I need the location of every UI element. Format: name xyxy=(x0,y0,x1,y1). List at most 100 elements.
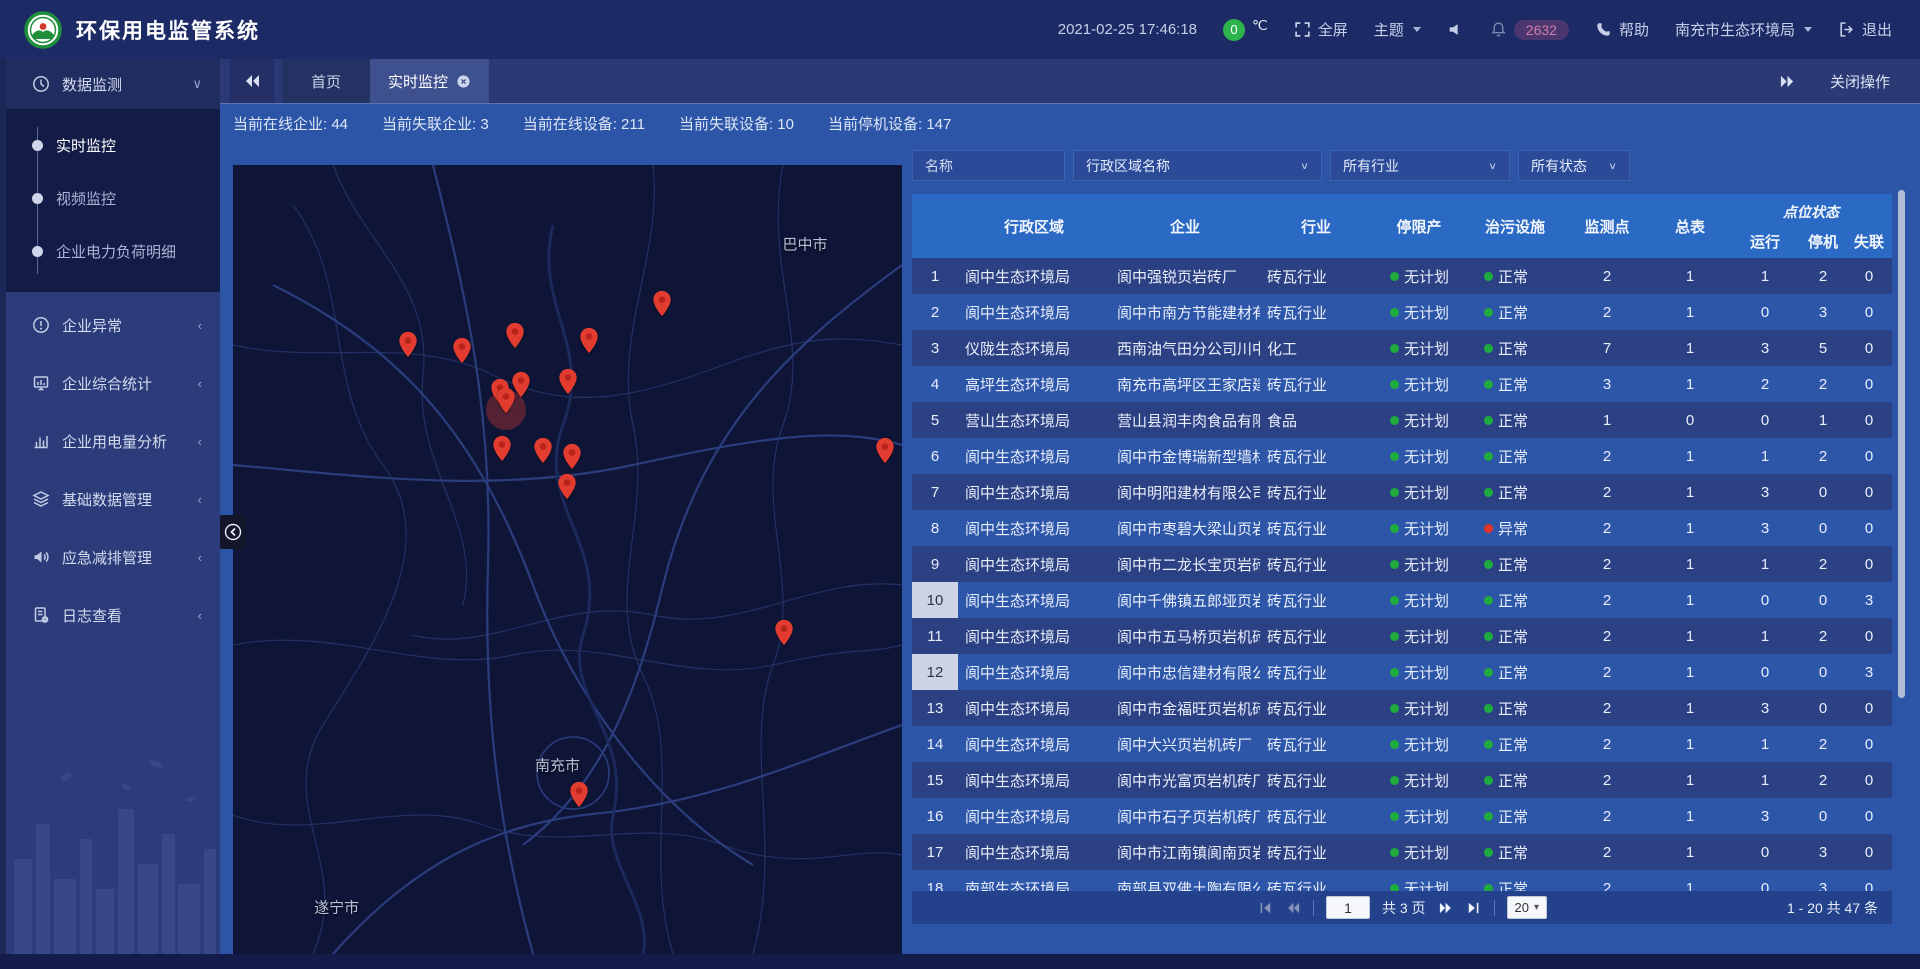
table-row[interactable]: 12阆中生态环境局阆中市忠信建材有限公砖瓦行业无计划正常21003 xyxy=(912,654,1892,690)
industry-filter-select[interactable]: 所有行业∨ xyxy=(1330,150,1510,181)
tab-实时监控[interactable]: 实时监控 xyxy=(370,59,489,103)
table-row[interactable]: 8阆中生态环境局阆中市枣碧大梁山页岩砖瓦行业无计划异常21300 xyxy=(912,510,1892,546)
sidebar-item-视频监控[interactable]: 视频监控 xyxy=(6,172,220,225)
sidebar-item-数据监测[interactable]: 数据监测∨ xyxy=(6,59,220,109)
page-size-select[interactable]: 20▾ xyxy=(1507,896,1548,919)
tab-首页[interactable]: 首页 xyxy=(282,59,370,103)
row-enterprise-cell: 西南油气田分公司川中 xyxy=(1110,330,1260,366)
row-halt-cell: 2 xyxy=(1800,366,1846,402)
map-pin-icon[interactable] xyxy=(533,437,552,464)
sidebar-item-企业电力负荷明细[interactable]: 企业电力负荷明细 xyxy=(6,225,220,278)
table-row[interactable]: 5营山生态环境局营山县润丰肉食品有限食品无计划正常10010 xyxy=(912,402,1892,438)
table-header-subcell: 停机 xyxy=(1800,224,1846,258)
menu-gap xyxy=(6,408,220,416)
logout-button[interactable]: 退出 xyxy=(1838,19,1892,40)
next-page-button[interactable] xyxy=(1438,901,1454,915)
row-index-cell: 9 xyxy=(912,546,958,582)
map-pin-icon[interactable] xyxy=(775,619,794,646)
map-pin-icon[interactable] xyxy=(452,337,471,364)
bell-icon xyxy=(1490,21,1507,38)
status-text: 无计划 xyxy=(1404,446,1449,467)
sidebar-item-实时监控[interactable]: 实时监控 xyxy=(6,119,220,172)
page-number-input[interactable] xyxy=(1326,896,1370,919)
double-chevron-left-icon xyxy=(244,73,260,89)
pagination-range-label: 1 - 20 共 47 条 xyxy=(1547,898,1878,918)
map-pin-icon[interactable] xyxy=(653,290,672,317)
map-pin-icon[interactable] xyxy=(559,368,578,395)
name-filter-input[interactable] xyxy=(912,150,1065,181)
table-row[interactable]: 3仪陇生态环境局西南油气田分公司川中化工无计划正常71350 xyxy=(912,330,1892,366)
row-treatment-cell: 正常 xyxy=(1466,474,1564,510)
sidebar-item-企业异常[interactable]: 企业异常‹ xyxy=(6,300,220,350)
map-canvas[interactable]: 巴中市南充市遂宁市 xyxy=(233,165,902,954)
chevron-left-icon: ‹ xyxy=(198,434,202,449)
sidebar-item-企业用电量分析[interactable]: 企业用电量分析‹ xyxy=(6,416,220,466)
map-pin-icon[interactable] xyxy=(562,443,581,470)
row-monitor-cell: 2 xyxy=(1564,762,1650,798)
row-enterprise-cell: 阆中市金福旺页岩机砖 xyxy=(1110,690,1260,726)
map-pin-icon[interactable] xyxy=(569,781,588,808)
row-treatment-cell: 正常 xyxy=(1466,618,1564,654)
row-industry-cell: 砖瓦行业 xyxy=(1260,546,1372,582)
table-row[interactable]: 13阆中生态环境局阆中市金福旺页岩机砖砖瓦行业无计划正常21300 xyxy=(912,690,1892,726)
map-pin-icon[interactable] xyxy=(398,331,417,358)
table-row[interactable]: 16阆中生态环境局阆中市石子页岩机砖厂砖瓦行业无计划正常21300 xyxy=(912,798,1892,834)
map-pin-icon[interactable] xyxy=(557,473,576,500)
mute-button[interactable] xyxy=(1447,21,1464,38)
table-row[interactable]: 10阆中生态环境局阆中千佛镇五郎垭页岩砖瓦行业无计划正常21003 xyxy=(912,582,1892,618)
table-row[interactable]: 15阆中生态环境局阆中市光富页岩机砖厂砖瓦行业无计划正常21120 xyxy=(912,762,1892,798)
map-pin-icon[interactable] xyxy=(496,387,515,414)
map-pin-icon[interactable] xyxy=(579,327,598,354)
sidebar-item-基础数据管理[interactable]: 基础数据管理 ‹ xyxy=(6,474,220,524)
close-operations-dropdown[interactable]: 关闭操作 xyxy=(1830,71,1890,92)
row-industry-cell: 砖瓦行业 xyxy=(1260,582,1372,618)
double-chevron-right-icon[interactable] xyxy=(1779,74,1796,89)
table-row[interactable]: 1阆中生态环境局阆中强锐页岩砖厂砖瓦行业无计划正常21120 xyxy=(912,258,1892,294)
table-row[interactable]: 6阆中生态环境局阆中市金博瑞新型墙材砖瓦行业无计划正常21120 xyxy=(912,438,1892,474)
region-filter-select[interactable]: 行政区域名称∨ xyxy=(1073,150,1322,181)
status-dot-icon xyxy=(1484,560,1493,569)
org-dropdown[interactable]: 南充市生态环境局 xyxy=(1675,19,1812,40)
last-page-button[interactable] xyxy=(1466,901,1482,915)
row-halt-cell: 0 xyxy=(1800,510,1846,546)
table-row[interactable]: 2阆中生态环境局阆中市南方节能建材有砖瓦行业无计划正常21030 xyxy=(912,294,1892,330)
megaphone-icon xyxy=(32,548,50,566)
sidebar-item-企业综合统计[interactable]: 企业综合统计‹ xyxy=(6,358,220,408)
row-stop-cell: 无计划 xyxy=(1372,474,1466,510)
status-dot-icon xyxy=(1390,308,1399,317)
map-pin-icon[interactable] xyxy=(506,322,525,349)
help-button[interactable]: 帮助 xyxy=(1595,19,1649,40)
table-row[interactable]: 11阆中生态环境局阆中市五马桥页岩机砖砖瓦行业无计划正常21120 xyxy=(912,618,1892,654)
sidebar-item-label: 基础数据管理 xyxy=(62,489,152,510)
close-tab-icon[interactable] xyxy=(456,74,471,89)
table-row[interactable]: 4高坪生态环境局南充市高坪区王家店建砖瓦行业无计划正常31220 xyxy=(912,366,1892,402)
row-region-cell: 阆中生态环境局 xyxy=(958,798,1110,834)
fullscreen-button[interactable]: 全屏 xyxy=(1294,19,1348,40)
table-scrollbar[interactable] xyxy=(1898,190,1905,698)
table-row[interactable]: 14阆中生态环境局阆中大兴页岩机砖厂砖瓦行业无计划正常21120 xyxy=(912,726,1892,762)
tabs-scroll-left-button[interactable] xyxy=(230,59,274,103)
row-meter-cell: 1 xyxy=(1650,762,1730,798)
menu-gap xyxy=(6,466,220,474)
status-filter-select[interactable]: 所有状态∨ xyxy=(1518,150,1630,181)
sidebar-item-应急减排管理[interactable]: 应急减排管理‹ xyxy=(6,532,220,582)
prev-page-button[interactable] xyxy=(1285,901,1301,915)
table-row[interactable]: 18南部生态环境局南部县双佛土陶有限公砖瓦行业无计划正常21030 xyxy=(912,870,1892,891)
map-pin-icon[interactable] xyxy=(875,437,894,464)
status-text: 正常 xyxy=(1498,266,1528,287)
row-index-cell: 11 xyxy=(912,618,958,654)
theme-dropdown[interactable]: 主题 xyxy=(1374,19,1421,40)
first-page-button[interactable] xyxy=(1257,901,1273,915)
chevron-down-icon: ▾ xyxy=(1534,902,1539,913)
sidebar-item-日志查看[interactable]: 日志查看‹ xyxy=(6,590,220,640)
map-panel-collapse-button[interactable] xyxy=(220,515,246,549)
table-row[interactable]: 17阆中生态环境局阆中市江南镇阆南页岩砖瓦行业无计划正常21030 xyxy=(912,834,1892,870)
row-monitor-cell: 2 xyxy=(1564,870,1650,891)
status-dot-icon xyxy=(1390,740,1399,749)
notifications[interactable]: 2632 xyxy=(1490,20,1569,40)
sidebar-subitem-label: 视频监控 xyxy=(56,188,116,209)
map-pin-icon[interactable] xyxy=(492,435,511,462)
table-row[interactable]: 9阆中生态环境局阆中市二龙长宝页岩砖砖瓦行业无计划正常21120 xyxy=(912,546,1892,582)
table-row[interactable]: 7阆中生态环境局阆中明阳建材有限公司砖瓦行业无计划正常21300 xyxy=(912,474,1892,510)
chevron-left-icon: ‹ xyxy=(198,492,202,507)
